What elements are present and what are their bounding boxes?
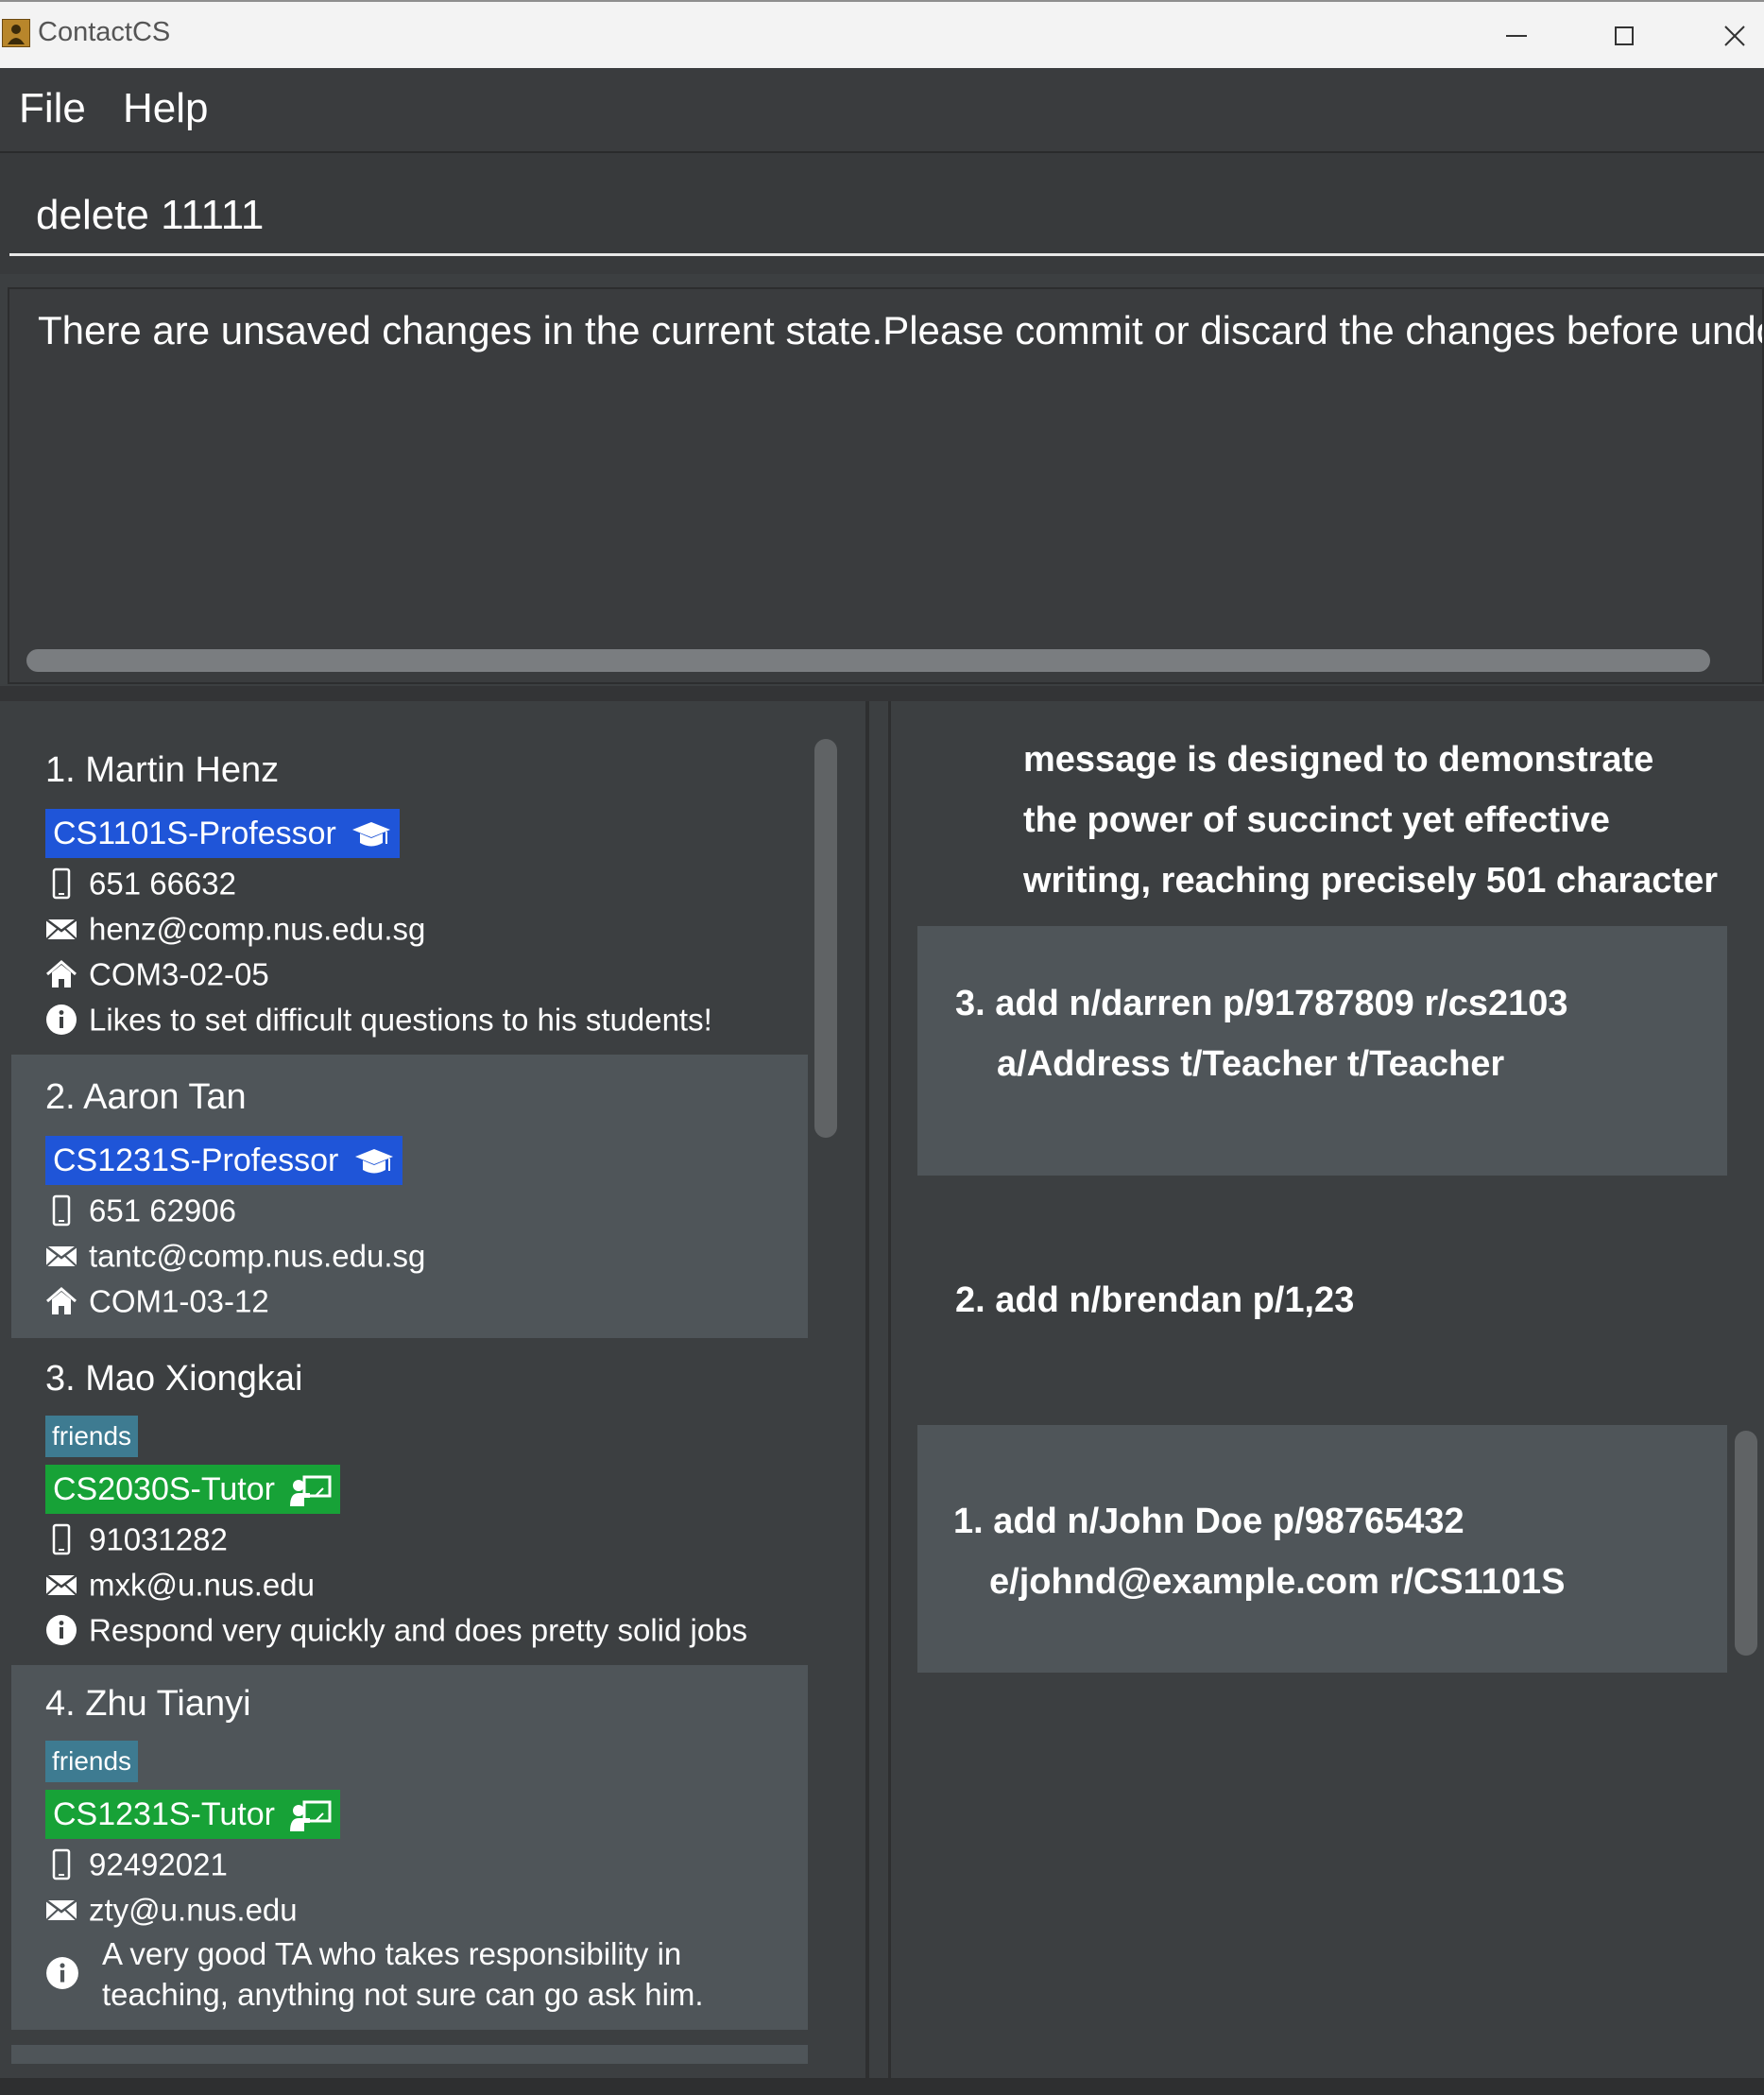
result-display: There are unsaved changes in the current…	[8, 287, 1764, 684]
address-field: COM3-02-05	[45, 954, 269, 996]
history-text: 3. add n/darren p/91787809 r/cs2103 a/Ad…	[955, 984, 1568, 1084]
info-icon	[45, 1614, 77, 1646]
role-label: CS1231S-Tutor	[53, 1796, 275, 1832]
email-field: mxk@u.nus.edu	[45, 1565, 315, 1606]
envelope-icon	[45, 913, 77, 945]
menu-bar: File Help	[0, 68, 1764, 153]
history-card[interactable]: 3. add n/darren p/91787809 r/cs2103 a/Ad…	[917, 926, 1727, 1176]
person-name: 4. Zhu Tianyi	[45, 1684, 251, 1724]
panel-separator	[0, 686, 1764, 701]
person-card[interactable]: 4. Zhu Tianyi friends CS1231S-Tutor 9249…	[11, 1665, 808, 2030]
history-panel: message is designed to demonstrate the p…	[888, 701, 1764, 2078]
info-icon	[45, 1956, 79, 1990]
maximize-icon[interactable]	[1600, 15, 1647, 57]
result-message: There are unsaved changes in the current…	[38, 308, 1764, 352]
role-tag: CS1231S-Tutor	[45, 1790, 341, 1839]
phone-field: 651 66632	[45, 864, 236, 905]
result-horizontal-scrollbar[interactable]	[26, 649, 1710, 672]
envelope-icon	[45, 1894, 77, 1926]
menu-file[interactable]: File	[19, 85, 86, 132]
email-field: zty@u.nus.edu	[45, 1890, 298, 1932]
phone-icon	[45, 1194, 77, 1227]
phone-icon	[45, 1848, 77, 1880]
envelope-icon	[45, 1240, 77, 1272]
friends-tag: friends	[45, 1741, 139, 1782]
role-label: CS1231S-Professor	[53, 1142, 339, 1178]
title-bar: ContactCS	[0, 0, 1764, 68]
history-text: 1. add n/John Doe p/98765432 e/johnd@exa…	[953, 1502, 1566, 1602]
role-label: CS1101S-Professor	[53, 816, 336, 851]
person-card[interactable]: 1. Martin Henz CS1101S-Professor 651 666…	[11, 728, 808, 1055]
phone-field: 651 62906	[45, 1191, 236, 1232]
phone-icon	[45, 867, 77, 900]
history-text: 2. add n/brendan p/1,23	[955, 1280, 1355, 1320]
home-icon	[45, 958, 77, 990]
remark-field: Likes to set difficult questions to his …	[45, 1000, 712, 1041]
role-tag: CS1231S-Professor	[45, 1136, 402, 1185]
phone-icon	[45, 1523, 77, 1555]
history-card[interactable]: 2. add n/brendan p/1,23	[917, 1176, 1727, 1425]
role-label: CS2030S-Tutor	[53, 1471, 275, 1507]
app-icon	[2, 19, 30, 47]
close-icon[interactable]	[1710, 15, 1757, 57]
tutor-board-icon	[290, 1800, 332, 1832]
history-card[interactable]: 1. add n/John Doe p/98765432 e/johnd@exa…	[917, 1425, 1727, 1673]
person-name: 3. Mao Xiongkai	[45, 1359, 303, 1399]
person-name: 2. Aaron Tan	[45, 1077, 247, 1117]
graduation-cap-icon	[354, 1149, 393, 1174]
history-text: message is designed to demonstrate the p…	[1023, 740, 1719, 901]
menu-help[interactable]: Help	[123, 85, 209, 132]
friends-tag: friends	[45, 1416, 139, 1457]
remark-text: A very good TA who takes responsibility …	[102, 1936, 704, 2012]
minimize-icon[interactable]	[1493, 15, 1540, 57]
command-input[interactable]	[9, 177, 1764, 256]
person-list-panel: 1. Martin Henz CS1101S-Professor 651 666…	[0, 701, 869, 2078]
info-icon	[45, 1004, 77, 1036]
role-tag: CS2030S-Tutor	[45, 1465, 341, 1514]
command-box	[0, 153, 1764, 274]
email-field: tantc@comp.nus.edu.sg	[45, 1236, 425, 1278]
tutor-board-icon	[290, 1475, 332, 1507]
role-tag: CS1101S-Professor	[45, 809, 401, 858]
person-name: 1. Martin Henz	[45, 750, 280, 790]
window-title: ContactCS	[38, 17, 171, 47]
address-field: COM1-03-12	[45, 1281, 269, 1323]
remark-field: Respond very quickly and does pretty sol…	[45, 1610, 747, 1652]
list-overflow-edge	[11, 2045, 808, 2064]
graduation-cap-icon	[352, 822, 391, 847]
remark-field: A very good TA who takes responsibility …	[45, 1933, 801, 2018]
envelope-icon	[45, 1569, 77, 1601]
email-field: henz@comp.nus.edu.sg	[45, 909, 425, 951]
person-card[interactable]: 2. Aaron Tan CS1231S-Professor 651 62906…	[11, 1055, 808, 1338]
history-scrollbar[interactable]	[1735, 1431, 1757, 1656]
person-card[interactable]: 3. Mao Xiongkai friends CS2030S-Tutor 91…	[11, 1338, 808, 1665]
phone-field: 91031282	[45, 1520, 228, 1561]
history-card[interactable]: message is designed to demonstrate the p…	[917, 728, 1727, 926]
person-list-scrollbar[interactable]	[814, 739, 837, 1138]
status-strip	[0, 2078, 1764, 2095]
home-icon	[45, 1285, 77, 1317]
phone-field: 92492021	[45, 1845, 228, 1886]
